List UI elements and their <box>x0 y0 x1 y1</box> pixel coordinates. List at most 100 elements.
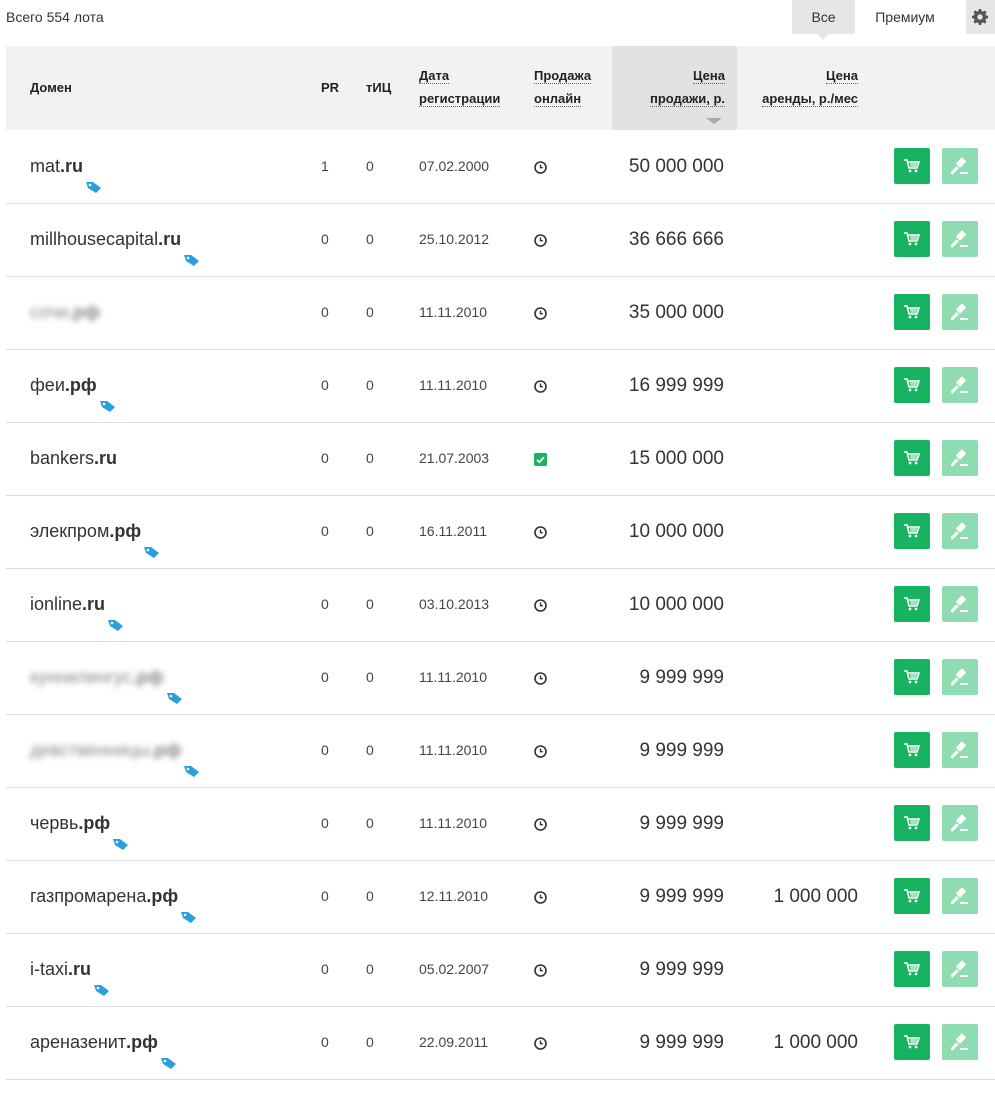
buy-button[interactable] <box>894 878 930 914</box>
domain-name: червь <box>30 813 79 833</box>
filter-tab-all[interactable]: Все <box>792 0 855 40</box>
buy-button[interactable] <box>894 148 930 184</box>
clock-icon <box>534 817 547 831</box>
registration-date: 07.02.2000 <box>419 158 490 174</box>
domain-zone: .ru <box>60 156 84 176</box>
domain-zone: .рф <box>68 302 100 322</box>
online-sale-status <box>534 787 547 860</box>
registration-date: 05.02.2007 <box>419 961 490 977</box>
auction-button[interactable] <box>942 951 978 987</box>
auction-button[interactable] <box>942 1024 978 1060</box>
rent-price: 1 000 000 <box>773 886 858 907</box>
pr-value: 0 <box>321 450 329 466</box>
auction-button[interactable] <box>942 148 978 184</box>
auction-button[interactable] <box>942 805 978 841</box>
domain-link[interactable]: millhousecapital.ru <box>30 203 200 276</box>
online-sale-status <box>534 860 547 933</box>
buy-button[interactable] <box>894 586 930 622</box>
filter-tab-premium[interactable]: Премиум <box>860 0 950 34</box>
online-sale-status <box>534 568 547 641</box>
domain-link[interactable]: червь.рф <box>30 787 129 860</box>
total-lots-count: Всего 554 лота <box>6 9 104 25</box>
online-sale-status <box>534 130 547 203</box>
clock-icon <box>534 525 547 539</box>
auction-button[interactable] <box>942 586 978 622</box>
pr-value: 0 <box>321 523 329 539</box>
domain-link[interactable]: ареназенит.рф <box>30 1006 177 1079</box>
domain-link[interactable]: mat.ru <box>30 130 102 203</box>
column-header-domain[interactable]: Домен <box>30 76 72 99</box>
table-row: куннилингус.рф 0 0 11.11.2010 9 999 999 <box>6 641 995 715</box>
tic-value: 0 <box>366 742 374 758</box>
domain-name: bankers <box>30 448 95 468</box>
clock-icon <box>534 671 547 685</box>
domain-name: ареназенит <box>30 1032 127 1052</box>
domain-link[interactable]: bankers.ru <box>30 422 117 495</box>
buy-button[interactable] <box>894 1024 930 1060</box>
buy-button[interactable] <box>894 805 930 841</box>
tic-value: 0 <box>366 158 374 174</box>
sale-price: 36 666 666 <box>628 229 724 250</box>
auction-button[interactable] <box>942 878 978 914</box>
buy-button[interactable] <box>894 440 930 476</box>
buy-button[interactable] <box>894 659 930 695</box>
table-row: элекпром.рф 0 0 16.11.2011 10 000 000 <box>6 495 995 569</box>
tic-value: 0 <box>366 961 374 977</box>
tic-value: 0 <box>366 669 374 685</box>
registration-date: 16.11.2011 <box>419 523 487 539</box>
domain-link[interactable]: девственницы.рф <box>30 714 200 787</box>
domain-link[interactable]: куннилингус.рф <box>30 641 183 714</box>
auction-button[interactable] <box>942 367 978 403</box>
checkbox-checked-icon <box>534 452 547 466</box>
domain-zone: .рф <box>64 375 97 395</box>
domain-name: mat <box>30 156 61 176</box>
column-header-tic[interactable]: тИЦ <box>366 76 391 99</box>
auction-button[interactable] <box>942 440 978 476</box>
table-header: Домен PR тИЦ Дата регистрации Продажа онла… <box>6 46 995 130</box>
tic-value: 0 <box>366 231 374 247</box>
sale-price: 35 000 000 <box>628 302 724 323</box>
clock-icon <box>534 160 547 174</box>
auction-button[interactable] <box>942 513 978 549</box>
pr-value: 0 <box>321 961 329 977</box>
settings-button[interactable] <box>966 0 995 34</box>
auction-button[interactable] <box>942 221 978 257</box>
auction-button[interactable] <box>942 732 978 768</box>
sale-price: 16 999 999 <box>628 375 724 396</box>
online-sale-status <box>534 495 547 568</box>
table-row: i-taxi.ru 0 0 05.02.2007 9 999 999 <box>6 933 995 1007</box>
domain-link[interactable]: сочи.рф <box>30 276 100 349</box>
buy-button[interactable] <box>894 294 930 330</box>
buy-button[interactable] <box>894 951 930 987</box>
column-header-rent-price[interactable]: Цена аренды, р./мес <box>762 64 858 110</box>
domain-link[interactable]: i-taxi.ru <box>30 933 110 1006</box>
buy-button[interactable] <box>894 221 930 257</box>
column-header-reg-date[interactable]: Дата регистрации <box>419 64 501 110</box>
online-sale-status <box>534 1006 547 1079</box>
pr-value: 0 <box>321 815 329 831</box>
buy-button[interactable] <box>894 732 930 768</box>
domain-link[interactable]: феи.рф <box>30 349 116 422</box>
domain-link[interactable]: газпромарена.рф <box>30 860 197 933</box>
sale-price: 9 999 999 <box>639 667 724 688</box>
online-sale-status <box>534 714 547 787</box>
rent-price: 1 000 000 <box>773 1032 858 1053</box>
column-header-online-sale[interactable]: Продажа онлайн <box>534 64 592 110</box>
pr-value: 0 <box>321 669 329 685</box>
domain-zone: .рф <box>146 886 179 906</box>
online-sale-status <box>534 276 547 349</box>
registration-date: 11.11.2010 <box>419 377 487 393</box>
sale-price: 10 000 000 <box>628 594 724 615</box>
registration-date: 11.11.2010 <box>419 669 487 685</box>
column-header-pr[interactable]: PR <box>321 76 339 99</box>
domain-name: i-taxi <box>30 959 69 979</box>
domain-link[interactable]: ionline.ru <box>30 568 124 641</box>
buy-button[interactable] <box>894 367 930 403</box>
auction-button[interactable] <box>942 659 978 695</box>
column-header-sale-price[interactable]: Цена продажи, р. <box>649 64 725 110</box>
auction-button[interactable] <box>942 294 978 330</box>
buy-button[interactable] <box>894 513 930 549</box>
domain-link[interactable]: элекпром.рф <box>30 495 160 568</box>
sale-price: 9 999 999 <box>639 1032 724 1053</box>
table-row: ареназенит.рф 0 0 22.09.2011 9 999 999 1 000 … <box>6 1006 995 1080</box>
